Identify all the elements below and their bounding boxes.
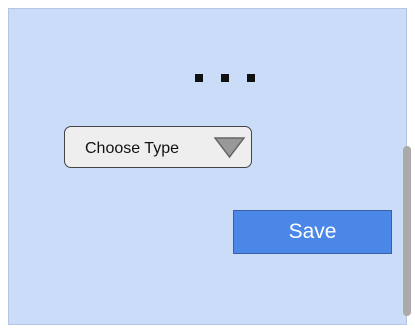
type-select-label: Choose Type (85, 140, 179, 157)
ellipsis-dot (195, 74, 203, 82)
scrollbar-thumb[interactable] (403, 146, 411, 316)
ellipsis-dot (247, 74, 255, 82)
save-button[interactable]: Save (233, 210, 392, 254)
ellipsis-dot (221, 74, 229, 82)
ellipsis-icon (195, 74, 257, 82)
type-select[interactable]: Choose Type (64, 126, 252, 168)
triangle-down-icon (214, 137, 245, 159)
